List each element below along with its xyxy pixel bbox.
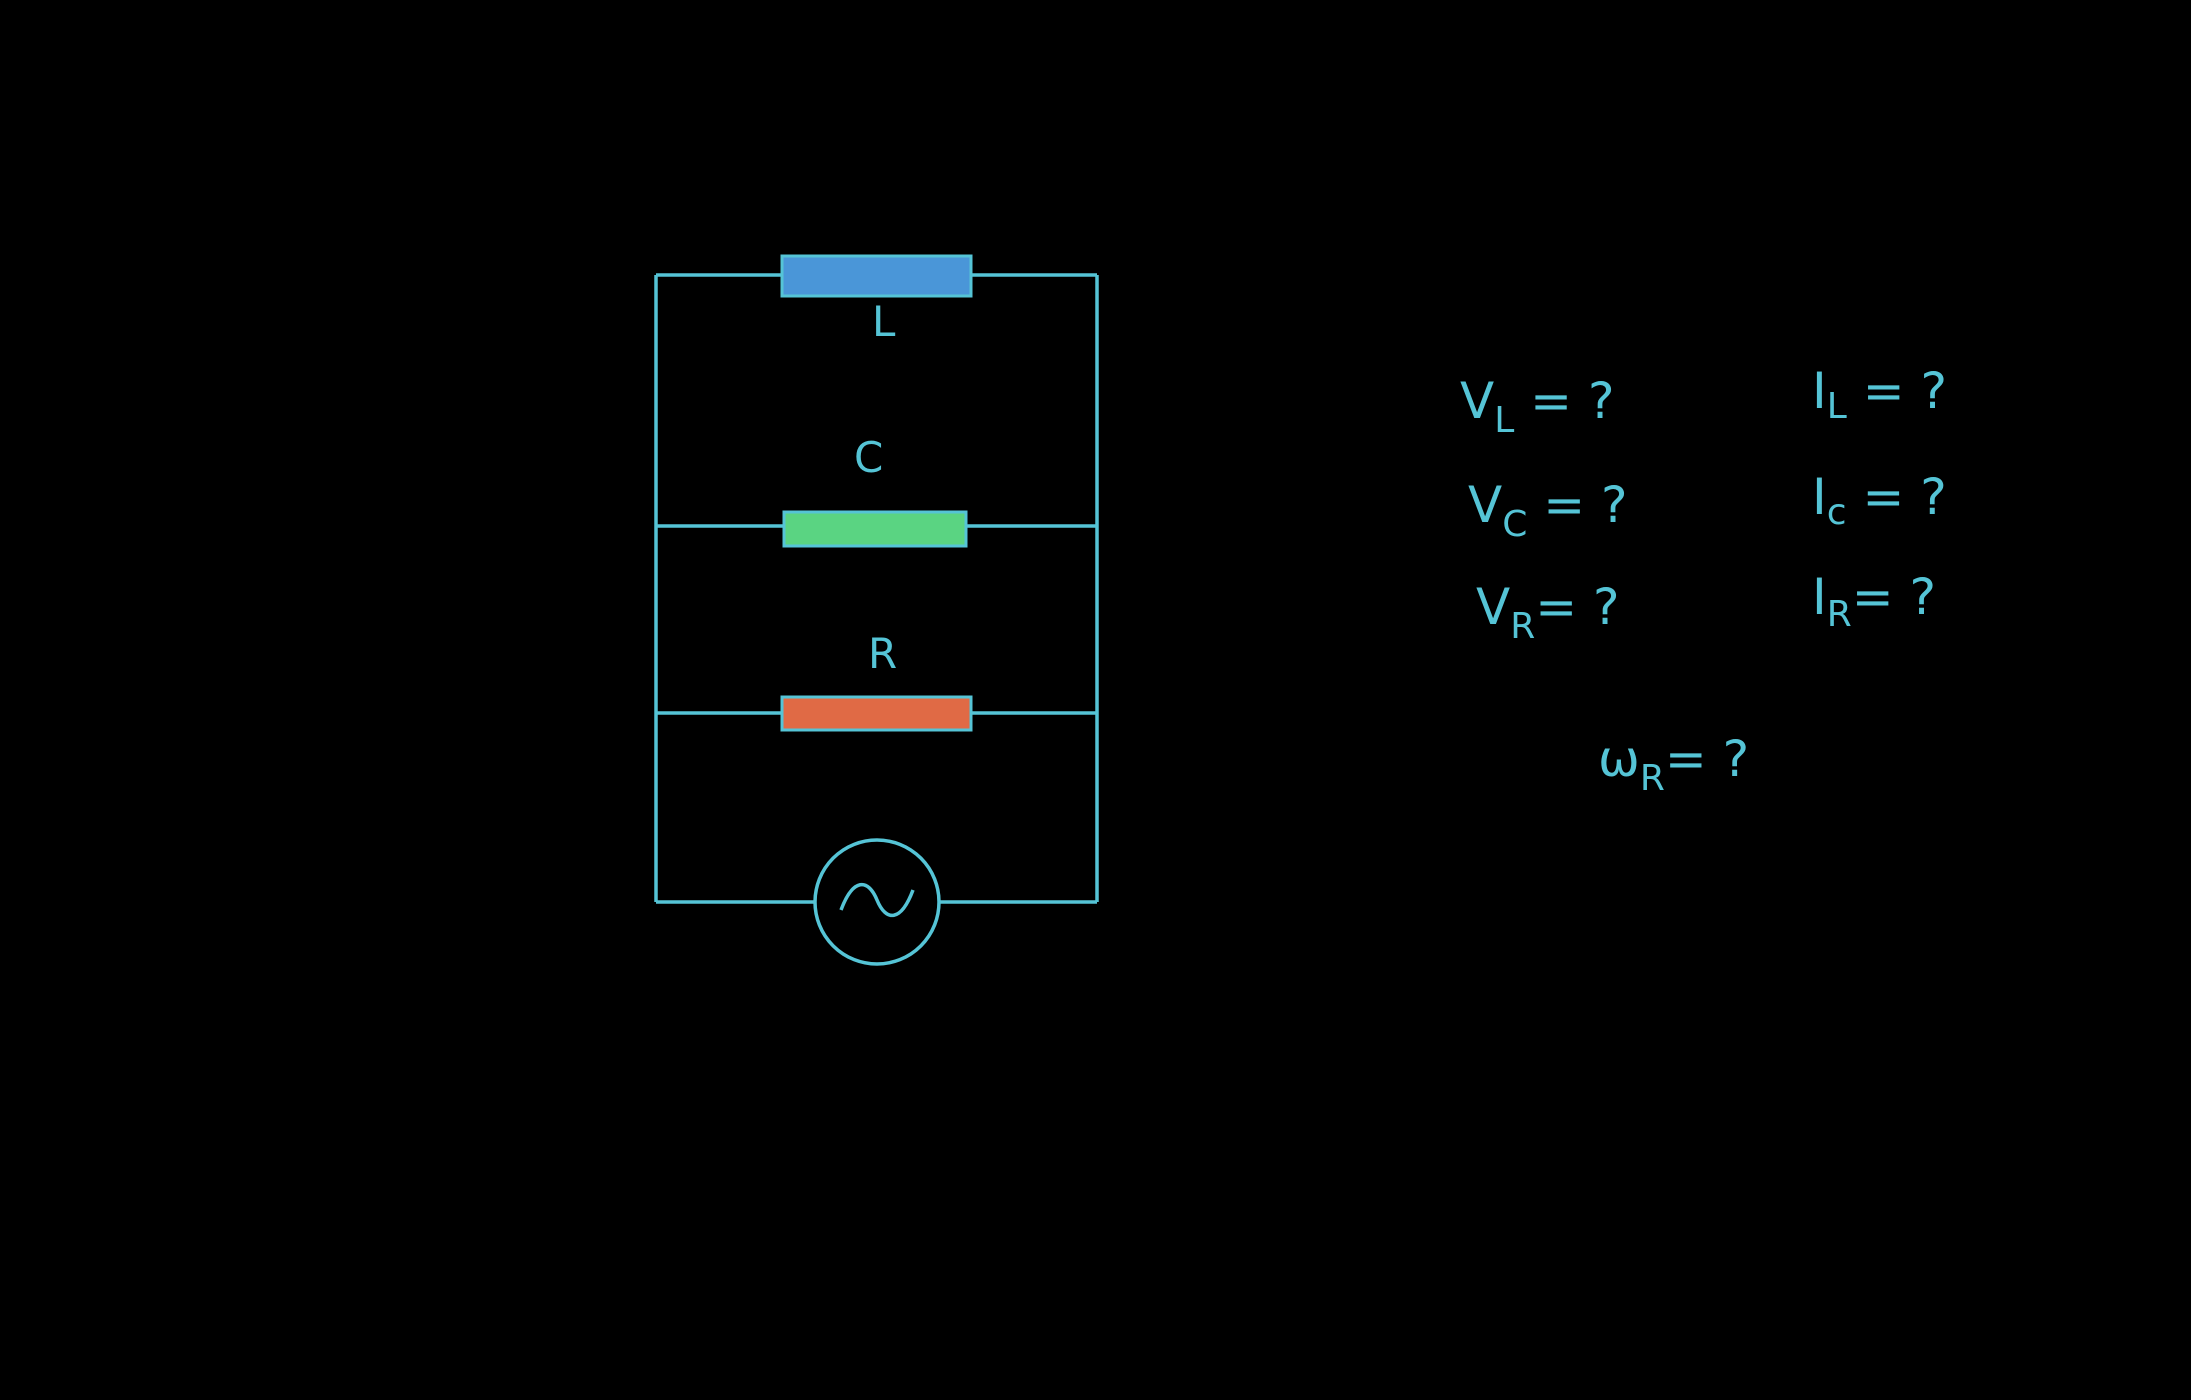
voltage-resistor-unknown: VR= ? — [1476, 578, 1620, 647]
resonant-frequency-unknown: ωR= ? — [1598, 730, 1749, 799]
vl-symbol: V — [1460, 372, 1494, 430]
resistor-label: R — [868, 629, 897, 678]
inductor-label: L — [872, 297, 896, 346]
vr-subscript: R — [1510, 606, 1535, 647]
il-subscript: L — [1827, 386, 1847, 427]
ac-source-icon — [813, 838, 941, 966]
wr-subscript: R — [1640, 758, 1665, 799]
vc-rest: = ? — [1527, 476, 1627, 534]
vl-subscript: L — [1494, 400, 1514, 441]
whiteboard-canvas: L C R VL = ? VC = ? VR= ? IL = ? Ic = ? … — [0, 0, 2191, 1400]
current-capacitor-unknown: Ic = ? — [1812, 468, 1947, 533]
ic-rest: = ? — [1847, 468, 1947, 526]
ic-symbol: I — [1812, 468, 1827, 526]
circuit-wires — [654, 273, 1099, 904]
vc-subscript: C — [1502, 504, 1527, 545]
current-resistor-unknown: IR= ? — [1812, 568, 1936, 635]
circuit-diagram: L C R VL = ? VC = ? VR= ? IL = ? Ic = ? … — [654, 254, 1947, 966]
vc-symbol: V — [1468, 476, 1502, 534]
voltage-capacitor-unknown: VC = ? — [1468, 476, 1628, 545]
ic-subscript: c — [1827, 492, 1847, 533]
ir-symbol: I — [1812, 568, 1827, 626]
vr-rest: = ? — [1535, 578, 1619, 636]
current-inductor-unknown: IL = ? — [1812, 362, 1947, 427]
il-symbol: I — [1812, 362, 1827, 420]
capacitor — [782, 510, 968, 548]
ir-rest: = ? — [1852, 568, 1936, 626]
sine-wave-icon — [839, 882, 915, 918]
vl-rest: = ? — [1514, 372, 1614, 430]
inductor — [780, 254, 973, 298]
voltage-inductor-unknown: VL = ? — [1460, 372, 1615, 441]
ir-subscript: R — [1827, 594, 1852, 635]
resistor — [780, 695, 973, 732]
capacitor-label: C — [854, 433, 883, 482]
wr-rest: = ? — [1665, 730, 1749, 788]
il-rest: = ? — [1847, 362, 1947, 420]
wr-symbol: ω — [1598, 730, 1640, 788]
vr-symbol: V — [1476, 578, 1510, 636]
